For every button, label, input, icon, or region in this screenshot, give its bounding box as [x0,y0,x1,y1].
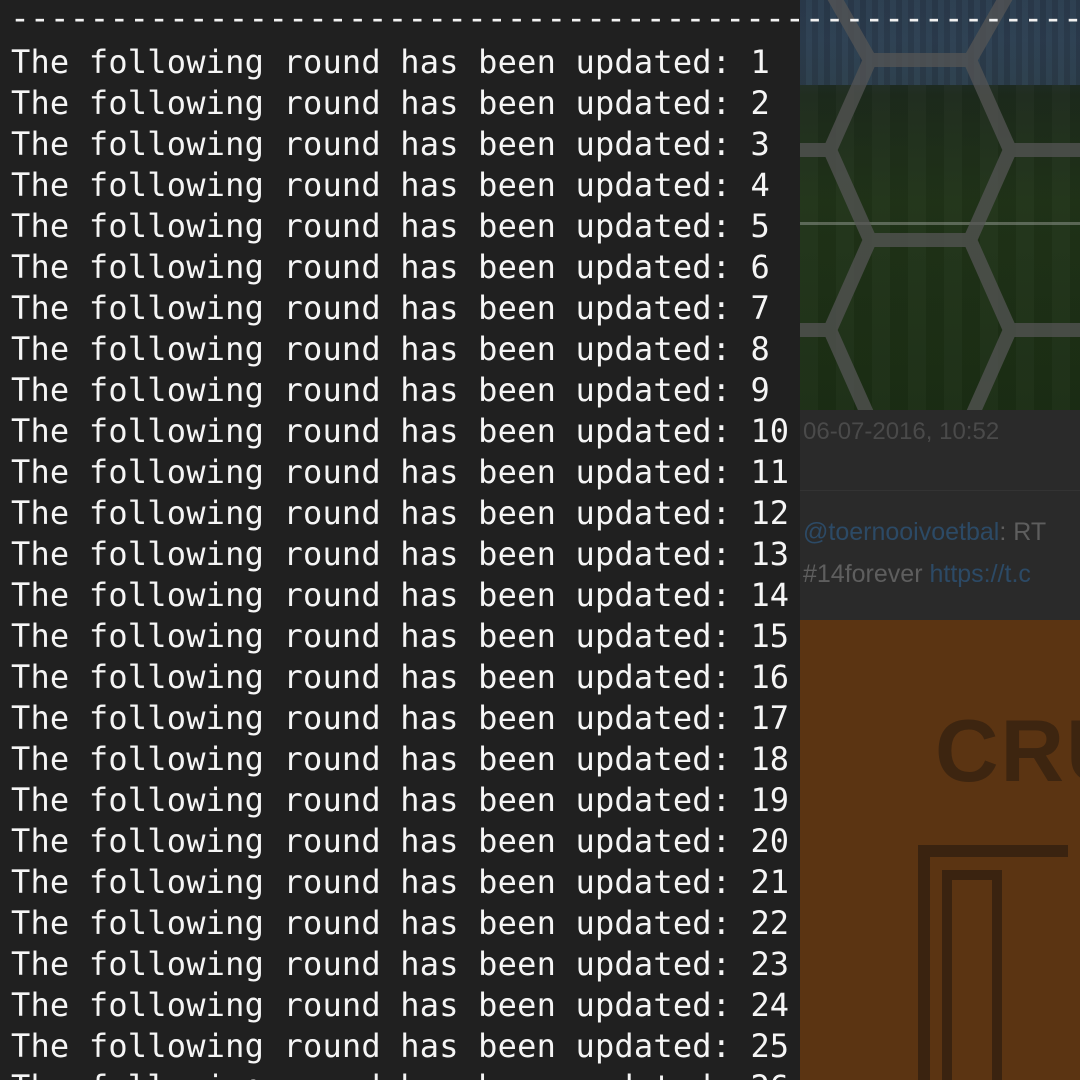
terminal-line-round-number: 25 [750,1027,790,1065]
terminal-line-round-number: 1 [750,43,770,81]
terminal-line-message: The following round has been updated: [11,986,732,1024]
terminal-line-round-number: 17 [750,699,790,737]
terminal-line-round-number: 3 [750,125,770,163]
terminal-line-round-number: 18 [750,740,790,778]
terminal-line: The following round has been updated: 17 [11,698,789,739]
terminal-line: The following round has been updated: 8 [11,329,789,370]
terminal-line-message: The following round has been updated: [11,248,732,286]
terminal-line-round-number: 21 [750,863,790,901]
terminal-line-message: The following round has been updated: [11,740,732,778]
terminal-line-round-number: 19 [750,781,790,819]
terminal-line-message: The following round has been updated: [11,207,732,245]
terminal-line-message: The following round has been updated: [11,412,732,450]
terminal-line-round-number: 6 [750,248,770,286]
terminal-line: The following round has been updated: 7 [11,288,789,329]
terminal-line-round-number: 2 [750,84,770,122]
terminal-line-round-number: 26 [751,1068,790,1080]
terminal-line: The following round has been updated: 11 [11,452,789,493]
terminal-line-message: The following round has been updated: [11,330,732,368]
tweet-hashtag[interactable]: #14forever [803,560,929,588]
tweet-url-link[interactable]: https://t.c [929,560,1030,588]
terminal-line-round-number: 16 [750,658,790,696]
terminal-line: The following round has been updated: 23 [11,944,789,985]
terminal-line-message: The following round has been updated: [11,699,732,737]
terminal-line-round-number: 9 [750,371,770,409]
terminal-line: The following round has been updated: 6 [11,247,789,288]
terminal-line-round-number: 7 [750,289,770,327]
terminal-line-message: The following round has been updated: [11,1068,731,1080]
terminal-line-round-number: 22 [750,904,790,942]
terminal-line-round-number: 15 [750,617,790,655]
terminal-line: The following round has been updated: 22 [11,903,789,944]
tweet-handle-link[interactable]: @toernooivoetbal [803,518,999,546]
tweet-text-line-1: @toernooivoetbal: RT [803,518,1046,547]
terminal-line: The following round has been updated: 14 [11,575,789,616]
terminal-line: The following round has been updated: 10 [11,411,789,452]
poster-jersey-number-inner [942,870,1002,1080]
terminal-line-message: The following round has been updated: [11,453,732,491]
terminal-line-message: The following round has been updated: [11,43,732,81]
terminal-line: The following round has been updated: 5 [11,206,789,247]
terminal-line-message: The following round has been updated: [11,904,732,942]
terminal-line-message: The following round has been updated: [11,1027,732,1065]
terminal-line-round-number: 11 [750,453,790,491]
poster-title: CRU [935,701,1080,800]
stadium-goal-net-photo [800,0,1080,410]
terminal-line-round-number: 5 [750,207,770,245]
terminal-line: The following round has been updated: 21 [11,862,789,903]
terminal-line: The following round has been updated: 24 [11,985,789,1026]
terminal-line-message: The following round has been updated: [11,371,732,409]
terminal-line-message: The following round has been updated: [11,166,732,204]
tweet-timestamp: 06-07-2016, 10:52 [803,418,1000,445]
terminal-line-message: The following round has been updated: [11,494,732,532]
terminal-line: The following round has been updated: 9 [11,370,789,411]
goal-net-overlay [800,0,1080,410]
terminal-line: The following round has been updated: 13 [11,534,789,575]
terminal-line-message: The following round has been updated: [11,576,732,614]
terminal-line-message: The following round has been updated: [11,289,732,327]
terminal-line: The following round has been updated: 19 [11,780,789,821]
terminal-line: The following round has been updated: 20 [11,821,789,862]
terminal-line: The following round has been updated: 1 [11,42,789,83]
terminal-line: The following round has been updated: 15 [11,616,789,657]
terminal-line-round-number: 12 [750,494,790,532]
terminal-line-round-number: 8 [750,330,770,368]
terminal-line-round-number: 24 [750,986,790,1024]
terminal-line-message: The following round has been updated: [11,535,732,573]
tweet-text: : RT [999,518,1047,546]
terminal-line-round-number: 14 [750,576,790,614]
terminal-output[interactable]: The following round has been updated: 1T… [11,42,789,1080]
terminal-line-round-number: 4 [750,166,770,204]
terminal-line-message: The following round has been updated: [11,125,732,163]
terminal-line-message: The following round has been updated: [11,945,732,983]
terminal-line-message: The following round has been updated: [11,84,732,122]
terminal-line: The following round has been updated: 26 [11,1067,789,1080]
terminal-separator-line: ----------------------------------------… [10,0,1080,37]
terminal-line: The following round has been updated: 16 [11,657,789,698]
terminal-line: The following round has been updated: 18 [11,739,789,780]
terminal-line-round-number: 20 [750,822,790,860]
cruyff-poster-image: CRU [800,620,1080,1080]
tweet-text-line-2: #14forever https://t.c [803,560,1031,589]
terminal-line-round-number: 23 [750,945,790,983]
terminal-line-message: The following round has been updated: [11,822,732,860]
terminal-line-round-number: 10 [750,412,790,450]
terminal-line: The following round has been updated: 2 [11,83,789,124]
terminal-line: The following round has been updated: 4 [11,165,789,206]
terminal-line-round-number: 13 [750,535,790,573]
terminal-line: The following round has been updated: 25 [11,1026,789,1067]
screen: 06-07-2016, 10:52 T. @toernooivoetbal: R… [0,0,1080,1080]
terminal-line-message: The following round has been updated: [11,617,732,655]
terminal-line-message: The following round has been updated: [11,658,732,696]
terminal-line-message: The following round has been updated: [11,781,732,819]
terminal-line: The following round has been updated: 12 [11,493,789,534]
terminal-line: The following round has been updated: 3 [11,124,789,165]
terminal-line-message: The following round has been updated: [11,863,732,901]
